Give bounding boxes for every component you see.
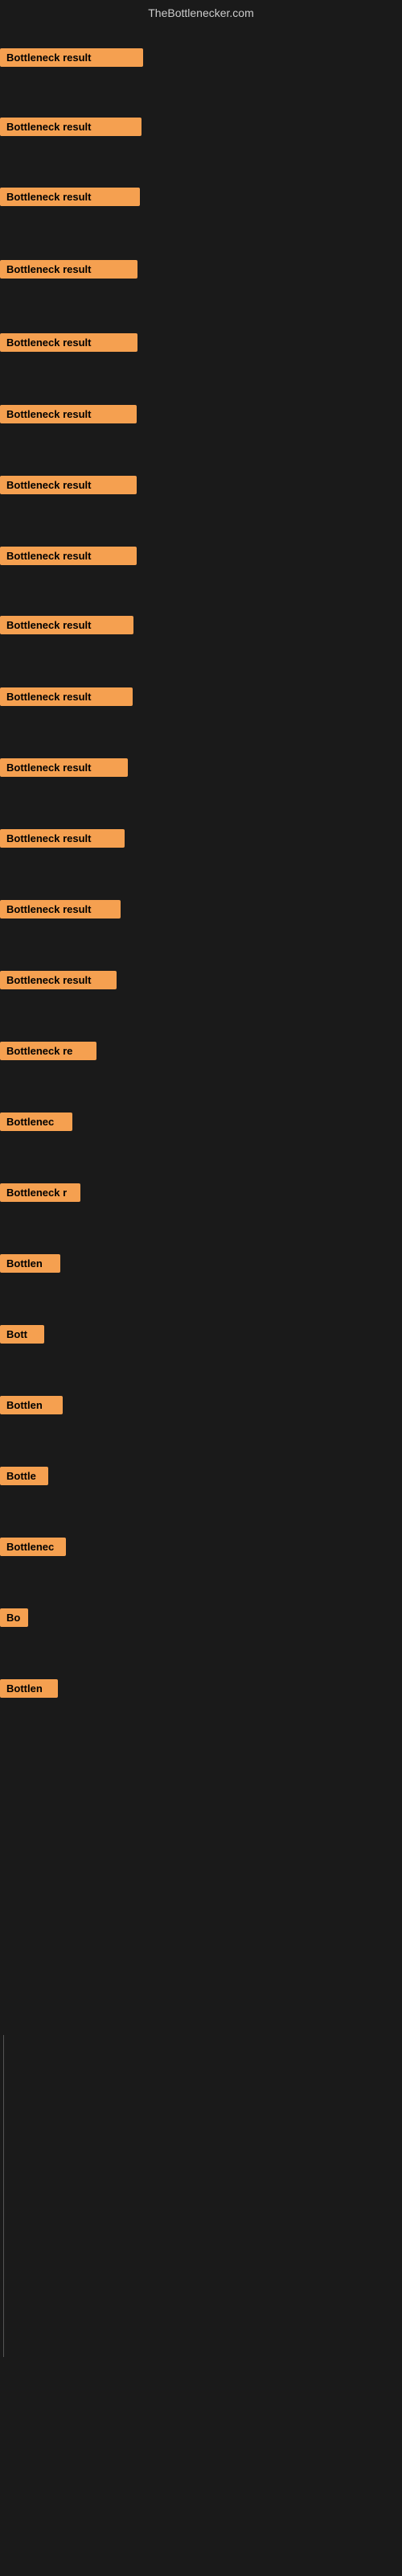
- bottleneck-result-item[interactable]: Bott: [0, 1325, 44, 1344]
- bottleneck-result-item[interactable]: Bottle: [0, 1467, 48, 1485]
- bottleneck-result-item[interactable]: Bottleneck result: [0, 260, 137, 279]
- bottleneck-result-item[interactable]: Bottleneck result: [0, 333, 137, 352]
- bottleneck-result-item[interactable]: Bottlen: [0, 1396, 63, 1414]
- bottleneck-result-item[interactable]: Bottleneck result: [0, 405, 137, 423]
- site-title: TheBottlenecker.com: [0, 0, 402, 23]
- bottleneck-result-item[interactable]: Bottleneck result: [0, 118, 142, 136]
- bottleneck-result-item[interactable]: Bottlenec: [0, 1538, 66, 1556]
- bottleneck-result-item[interactable]: Bottlen: [0, 1254, 60, 1273]
- bottleneck-result-item[interactable]: Bottlen: [0, 1679, 58, 1698]
- bottleneck-result-item[interactable]: Bottleneck re: [0, 1042, 96, 1060]
- bottleneck-result-item[interactable]: Bottleneck result: [0, 547, 137, 565]
- bottleneck-result-item[interactable]: Bottleneck result: [0, 188, 140, 206]
- bottleneck-result-item[interactable]: Bottleneck result: [0, 971, 117, 989]
- bottleneck-result-item[interactable]: Bottleneck result: [0, 758, 128, 777]
- bottleneck-result-item[interactable]: Bottleneck result: [0, 900, 121, 919]
- bottleneck-result-item[interactable]: Bottleneck result: [0, 616, 133, 634]
- bottleneck-result-item[interactable]: Bottlenec: [0, 1113, 72, 1131]
- bottleneck-result-item[interactable]: Bo: [0, 1608, 28, 1627]
- bottleneck-result-item[interactable]: Bottleneck r: [0, 1183, 80, 1202]
- bottleneck-result-item[interactable]: Bottleneck result: [0, 476, 137, 494]
- bottleneck-result-item[interactable]: Bottleneck result: [0, 687, 133, 706]
- bottleneck-result-item[interactable]: Bottleneck result: [0, 829, 125, 848]
- vertical-line: [3, 2035, 4, 2357]
- bottleneck-result-item[interactable]: Bottleneck result: [0, 48, 143, 67]
